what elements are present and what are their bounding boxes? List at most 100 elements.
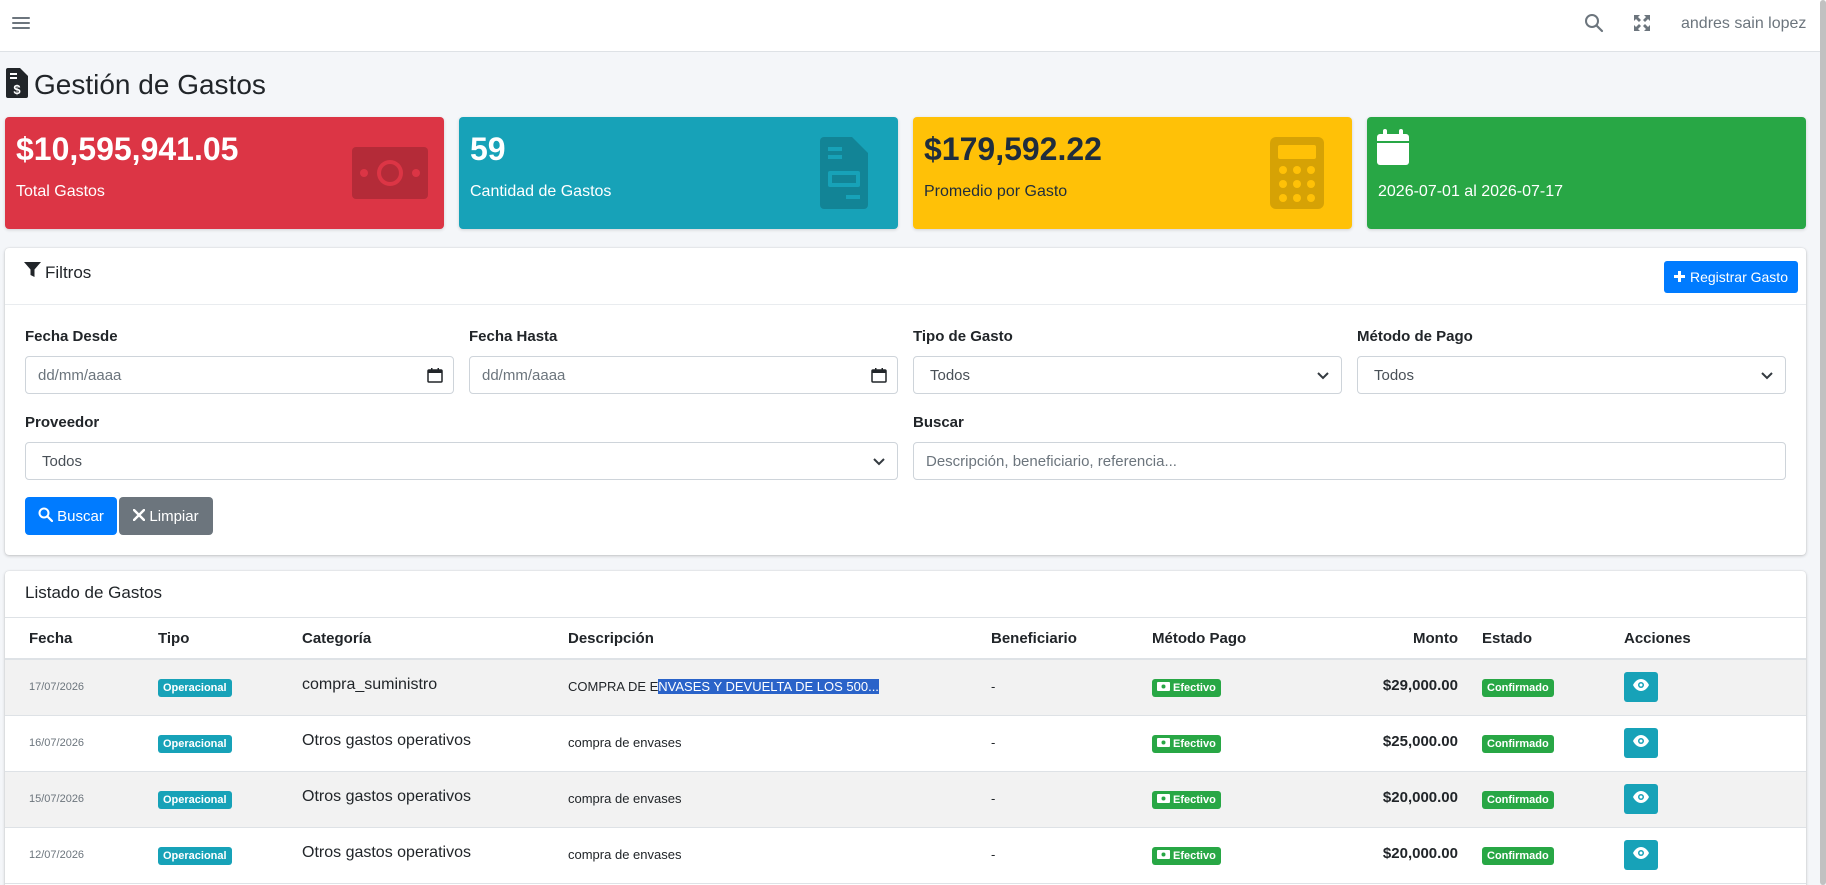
proveedor-label: Proveedor	[25, 414, 100, 431]
proveedor-value: Todos	[42, 452, 83, 470]
search-button[interactable]: Buscar	[25, 497, 117, 535]
row-fecha: 15/07/2026	[29, 793, 85, 805]
calendar-picker-icon[interactable]	[427, 367, 443, 383]
filters-title: Filtros	[24, 262, 91, 283]
col-beneficiario[interactable]: Beneficiario	[991, 630, 1077, 647]
eye-icon	[1633, 734, 1649, 752]
col-categoria[interactable]: Categoría	[302, 630, 371, 647]
view-button[interactable]	[1624, 728, 1658, 758]
view-button[interactable]	[1624, 784, 1658, 814]
col-estado[interactable]: Estado	[1482, 630, 1532, 647]
search-icon	[38, 507, 54, 526]
col-tipo[interactable]: Tipo	[158, 630, 189, 647]
fecha-hasta-input[interactable]: dd/mm/aaaa	[469, 356, 898, 394]
row-categoria: compra_suministro	[302, 676, 438, 693]
top-navbar: andres sain lopez	[0, 0, 1826, 52]
fecha-hasta-label: Fecha Hasta	[469, 328, 558, 345]
estado-badge: Confirmado	[1482, 791, 1554, 809]
metodo-badge: Efectivo	[1152, 735, 1221, 753]
expand-icon[interactable]	[1632, 13, 1652, 33]
money-bill-icon	[1157, 793, 1170, 807]
user-name[interactable]: andres sain lopez	[1681, 15, 1806, 33]
eye-icon	[1633, 790, 1649, 808]
metodo-text: Efectivo	[1173, 794, 1216, 806]
expenses-list-card: Listado de Gastos Fecha Tipo Categoría D…	[5, 571, 1806, 885]
view-button[interactable]	[1624, 672, 1658, 702]
row-fecha: 16/07/2026	[29, 737, 85, 749]
money-bill-icon	[1157, 681, 1170, 695]
money-bill-icon	[1157, 737, 1170, 751]
search-input[interactable]: Descripción, beneficiario, referencia...	[913, 442, 1786, 480]
menu-icon[interactable]	[12, 14, 30, 32]
search-button-label: Buscar	[57, 507, 104, 525]
col-descripcion[interactable]: Descripción	[568, 630, 654, 647]
filter-icon	[24, 262, 41, 283]
col-acciones: Acciones	[1624, 630, 1691, 647]
metodo-text: Efectivo	[1173, 682, 1216, 694]
row-categoria: Otros gastos operativos	[302, 788, 471, 805]
row-categoria: Otros gastos operativos	[302, 844, 471, 861]
metodo-text: Efectivo	[1173, 850, 1216, 862]
clear-button[interactable]: Limpiar	[119, 497, 213, 535]
estado-badge: Confirmado	[1482, 847, 1554, 865]
eye-icon	[1633, 846, 1649, 864]
row-fecha: 17/07/2026	[29, 681, 85, 693]
metodo-badge: Efectivo	[1152, 791, 1221, 809]
col-fecha[interactable]: Fecha	[29, 630, 72, 647]
tipo-badge: Operacional	[158, 735, 232, 753]
estado-badge: Confirmado	[1482, 735, 1554, 753]
view-button[interactable]	[1624, 840, 1658, 870]
row-beneficiario: -	[991, 679, 996, 694]
table-header: Fecha Tipo Categoría Descripción Benefic…	[5, 617, 1806, 660]
list-title: Listado de Gastos	[25, 583, 163, 602]
tipo-badge: Operacional	[158, 679, 232, 697]
descripcion-text: COMPRA DE E	[568, 679, 659, 694]
stat-label: 2026-07-01 al 2026-07-17	[1378, 183, 1564, 200]
table-row[interactable]: 17/07/2026 Operacional compra_suministro…	[5, 660, 1806, 716]
row-monto: $25,000.00	[1382, 733, 1458, 750]
row-categoria: Otros gastos operativos	[302, 732, 471, 749]
col-metodo-pago[interactable]: Método Pago	[1152, 630, 1246, 647]
file-invoice-dollar-icon: $	[6, 67, 28, 103]
stat-label: Total Gastos	[16, 183, 105, 200]
chevron-down-icon	[871, 453, 887, 469]
row-beneficiario: -	[991, 847, 996, 862]
metodo-pago-select[interactable]: Todos	[1357, 356, 1786, 394]
money-bill-icon	[1157, 849, 1170, 863]
table-row[interactable]: 15/07/2026 Operacional Otros gastos oper…	[5, 772, 1806, 828]
col-monto[interactable]: Monto	[1413, 630, 1458, 647]
register-expense-label: Registrar Gasto	[1689, 269, 1788, 285]
proveedor-select[interactable]: Todos	[25, 442, 898, 480]
calendar-icon	[1377, 129, 1409, 165]
stat-value: $10,595,941.05	[16, 131, 239, 167]
fecha-desde-input[interactable]: dd/mm/aaaa	[25, 356, 454, 394]
calculator-icon	[1258, 137, 1338, 209]
svg-text:$: $	[13, 82, 21, 97]
scrollbar[interactable]	[1820, 0, 1826, 885]
page-title-text: Gestión de Gastos	[34, 69, 266, 100]
register-expense-button[interactable]: Registrar Gasto	[1663, 261, 1798, 293]
stat-value: $179,592.22	[924, 131, 1102, 167]
tipo-badge: Operacional	[158, 791, 232, 809]
chevron-down-icon	[1315, 367, 1331, 383]
row-monto: $29,000.00	[1382, 677, 1458, 694]
search-icon[interactable]	[1584, 13, 1604, 33]
stat-label: Promedio por Gasto	[924, 183, 1068, 200]
tipo-gasto-select[interactable]: Todos	[913, 356, 1342, 394]
chevron-down-icon	[1759, 367, 1775, 383]
row-descripcion: COMPRA DE ENVASES Y DEVUELTA DE LOS 500.…	[568, 679, 879, 694]
tipo-gasto-label: Tipo de Gasto	[913, 328, 1013, 345]
row-fecha: 12/07/2026	[29, 849, 85, 861]
clear-button-label: Limpiar	[149, 507, 199, 525]
table-row[interactable]: 12/07/2026 Operacional Otros gastos oper…	[5, 828, 1806, 884]
page-title: $ Gestión de Gastos	[6, 67, 266, 103]
table-row[interactable]: 16/07/2026 Operacional Otros gastos oper…	[5, 716, 1806, 772]
fecha-desde-label: Fecha Desde	[25, 328, 118, 345]
close-icon	[133, 508, 146, 525]
row-descripcion: compra de envases	[568, 735, 682, 750]
filters-card: Filtros Registrar Gasto Fecha Desde dd/m…	[5, 248, 1806, 555]
calendar-picker-icon[interactable]	[871, 367, 887, 383]
estado-badge: Confirmado	[1482, 679, 1554, 697]
metodo-badge: Efectivo	[1152, 679, 1221, 697]
descripcion-selected-text: NVASES Y DEVUELTA DE LOS 500...	[658, 679, 879, 694]
